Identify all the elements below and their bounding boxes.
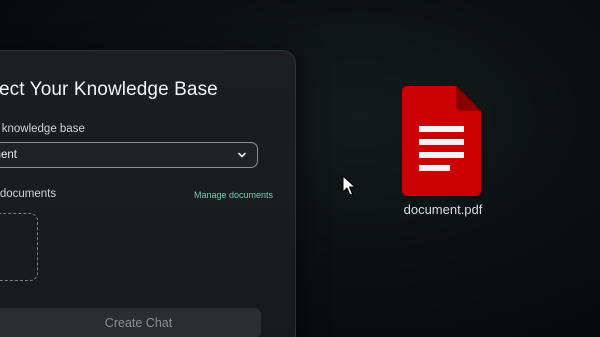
upload-documents-label: our documents	[0, 188, 57, 200]
file-dropzone[interactable]	[0, 213, 38, 281]
file-name-label: document.pdf	[403, 202, 483, 217]
create-chat-label: Create Chat	[104, 316, 173, 330]
knowledge-base-select[interactable]: ument	[0, 142, 258, 168]
mouse-pointer-icon	[342, 175, 356, 196]
chevron-down-icon	[238, 152, 246, 158]
existing-knowledge-base-label: ting knowledge base	[0, 123, 85, 135]
selected-knowledge-base: ument	[0, 149, 17, 161]
pdf-document-icon	[402, 86, 481, 196]
manage-documents-link[interactable]: Manage documents	[194, 190, 273, 200]
create-chat-button[interactable]: Create Chat	[0, 308, 261, 337]
desktop-file-document-pdf[interactable]: document.pdf	[395, 86, 491, 221]
dialog-title: elect Your Knowledge Base	[0, 79, 218, 100]
